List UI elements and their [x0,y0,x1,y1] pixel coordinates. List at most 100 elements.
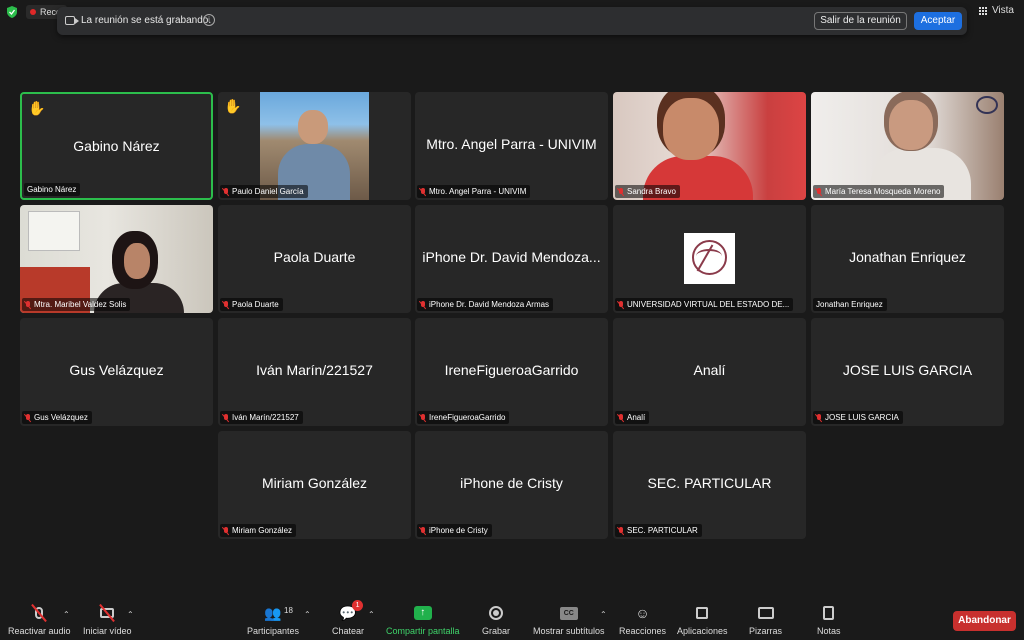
subtitles-button[interactable]: CC Mostrar subtítulos [533,604,605,636]
participant-name-display: Iván Marín/221527 [256,362,373,378]
mic-muted-icon [618,526,624,535]
subtitles-chevron-icon[interactable]: ⌃ [600,610,607,619]
participant-label: UNIVERSIDAD VIRTUAL DEL ESTADO DE... [615,298,794,311]
notes-icon [823,606,835,620]
participant-tile[interactable]: María Teresa Mosqueda Moreno [811,92,1004,200]
share-screen-icon: ↑ [413,606,432,620]
participant-label: JOSE LUIS GARCIA [813,411,903,424]
participant-label: iPhone Dr. David Mendoza Armas [417,298,554,311]
reactions-button[interactable]: ☺ Reacciones [619,604,666,636]
chat-chevron-icon[interactable]: ⌃ [368,610,375,619]
people-icon: 👥 [264,604,282,621]
unmute-button[interactable]: Reactivar audio [8,603,71,636]
participant-name-display: Gabino Nárez [73,138,160,154]
mic-muted-icon [25,300,31,309]
smiley-icon: ☺ [635,605,650,621]
recording-banner: La reunión se está grabando. i Salir de … [57,7,967,35]
participant-tile[interactable]: ✋ Gabino Nárez Gabino Nárez [20,92,213,200]
participant-tile[interactable]: Iván Marín/221527 Iván Marín/221527 [218,318,411,426]
participant-tile[interactable]: UNIVERSIDAD VIRTUAL DEL ESTADO DE... [613,205,806,313]
participant-tile[interactable]: ✋ Paulo Daniel García [218,92,411,200]
participant-label: IreneFigueroaGarrido [417,411,510,424]
raised-hand-icon: ✋ [224,98,242,114]
grid-icon [979,6,988,15]
participant-name-display: IreneFigueroaGarrido [444,362,579,378]
mic-muted-icon [420,526,426,535]
participant-name-display: Jonathan Enriquez [849,249,966,265]
accept-button[interactable]: Aceptar [914,12,962,30]
participant-label: Paola Duarte [220,298,283,311]
participant-tile[interactable]: Jonathan Enriquez Jonathan Enriquez [811,205,1004,313]
record-button[interactable]: Grabar [482,604,510,636]
mic-muted-icon [223,413,229,422]
participant-tile[interactable]: Paola Duarte Paola Duarte [218,205,411,313]
participant-tile[interactable]: Gus Velázquez Gus Velázquez [20,318,213,426]
mic-muted-icon [816,413,822,422]
participant-label: María Teresa Mosqueda Moreno [813,185,945,198]
notes-button[interactable]: Notas [817,604,841,636]
chat-button[interactable]: 💬 1 Chatear [332,600,364,636]
participant-label: Mtra. Maribel Valdez Solis [22,298,131,311]
audio-options-chevron-icon[interactable]: ⌃ [63,610,70,619]
participants-button[interactable]: 👥 18 Participantes [247,604,299,637]
info-icon[interactable]: i [203,14,215,26]
participant-tile[interactable]: Analí Analí [613,318,806,426]
whiteboard-icon [757,607,774,619]
raised-hand-icon: ✋ [28,100,46,116]
mic-muted-icon [223,526,229,535]
participant-label: Analí [615,411,650,424]
share-screen-button[interactable]: ↑ Compartir pantalla [386,604,460,636]
participant-name-display: SEC. PARTICULAR [647,475,772,491]
mic-muted-icon [420,413,426,422]
participant-tile[interactable]: Mtra. Maribel Valdez Solis [20,205,213,313]
apps-icon [696,607,709,619]
mic-muted-icon [223,187,229,196]
participant-tile[interactable]: iPhone Dr. David Mendoza... iPhone Dr. D… [415,205,608,313]
view-button[interactable]: Vista [979,5,1014,16]
participant-name-display: Paola Duarte [273,249,356,265]
participant-name-display: Analí [693,362,726,378]
participant-label: Sandra Bravo [615,185,680,198]
mic-muted-icon [618,413,624,422]
participant-label: SEC. PARTICULAR [615,524,702,537]
participant-label: Jonathan Enriquez [813,298,887,311]
participant-tile[interactable]: Sandra Bravo [613,92,806,200]
recording-message: La reunión se está grabando. [81,15,212,26]
participants-chevron-icon[interactable]: ⌃ [304,610,311,619]
participant-tile[interactable]: iPhone de Cristy iPhone de Cristy [415,431,608,539]
participant-name-display: iPhone Dr. David Mendoza... [422,249,601,265]
mic-muted-icon [618,300,624,309]
participant-label: Paulo Daniel García [220,185,308,198]
participant-video [260,92,369,200]
participant-name-display: JOSE LUIS GARCIA [842,362,973,378]
shield-icon[interactable] [6,6,18,18]
participant-tile[interactable]: Miriam González Miriam González [218,431,411,539]
participant-video [20,205,213,313]
participant-tile[interactable]: IreneFigueroaGarrido IreneFigueroaGarrid… [415,318,608,426]
participant-label: Mtro. Angel Parra - UNIVIM [417,185,531,198]
view-label: Vista [991,5,1014,16]
participant-video [811,92,1004,200]
leave-meeting-button[interactable]: Salir de la reunión [814,12,907,30]
leave-button[interactable]: Abandonar [953,611,1016,631]
start-video-button[interactable]: Iniciar vídeo [83,603,132,636]
participant-label: Iván Marín/221527 [220,411,303,424]
participant-tile[interactable]: JOSE LUIS GARCIA JOSE LUIS GARCIA [811,318,1004,426]
participant-tile[interactable]: Mtro. Angel Parra - UNIVIM Mtro. Angel P… [415,92,608,200]
participant-name-display: Gus Velázquez [69,362,164,378]
participant-tile[interactable]: SEC. PARTICULAR SEC. PARTICULAR [613,431,806,539]
participant-name-display: Mtro. Angel Parra - UNIVIM [426,136,597,152]
mic-muted-icon [618,187,624,196]
participant-label: Gus Velázquez [22,411,92,424]
participant-label: Miriam González [220,524,297,537]
apps-button[interactable]: Aplicaciones [677,604,728,636]
participant-label: iPhone de Cristy [417,524,492,537]
mic-muted-icon [816,187,822,196]
participant-name-display: iPhone de Cristy [460,475,563,491]
video-options-chevron-icon[interactable]: ⌃ [127,610,134,619]
recording-camera-icon [65,16,79,25]
participant-label: Gabino Nárez [24,183,81,196]
whiteboards-button[interactable]: Pizarras [749,604,782,636]
mic-muted-icon [420,187,426,196]
participant-video [613,92,806,200]
